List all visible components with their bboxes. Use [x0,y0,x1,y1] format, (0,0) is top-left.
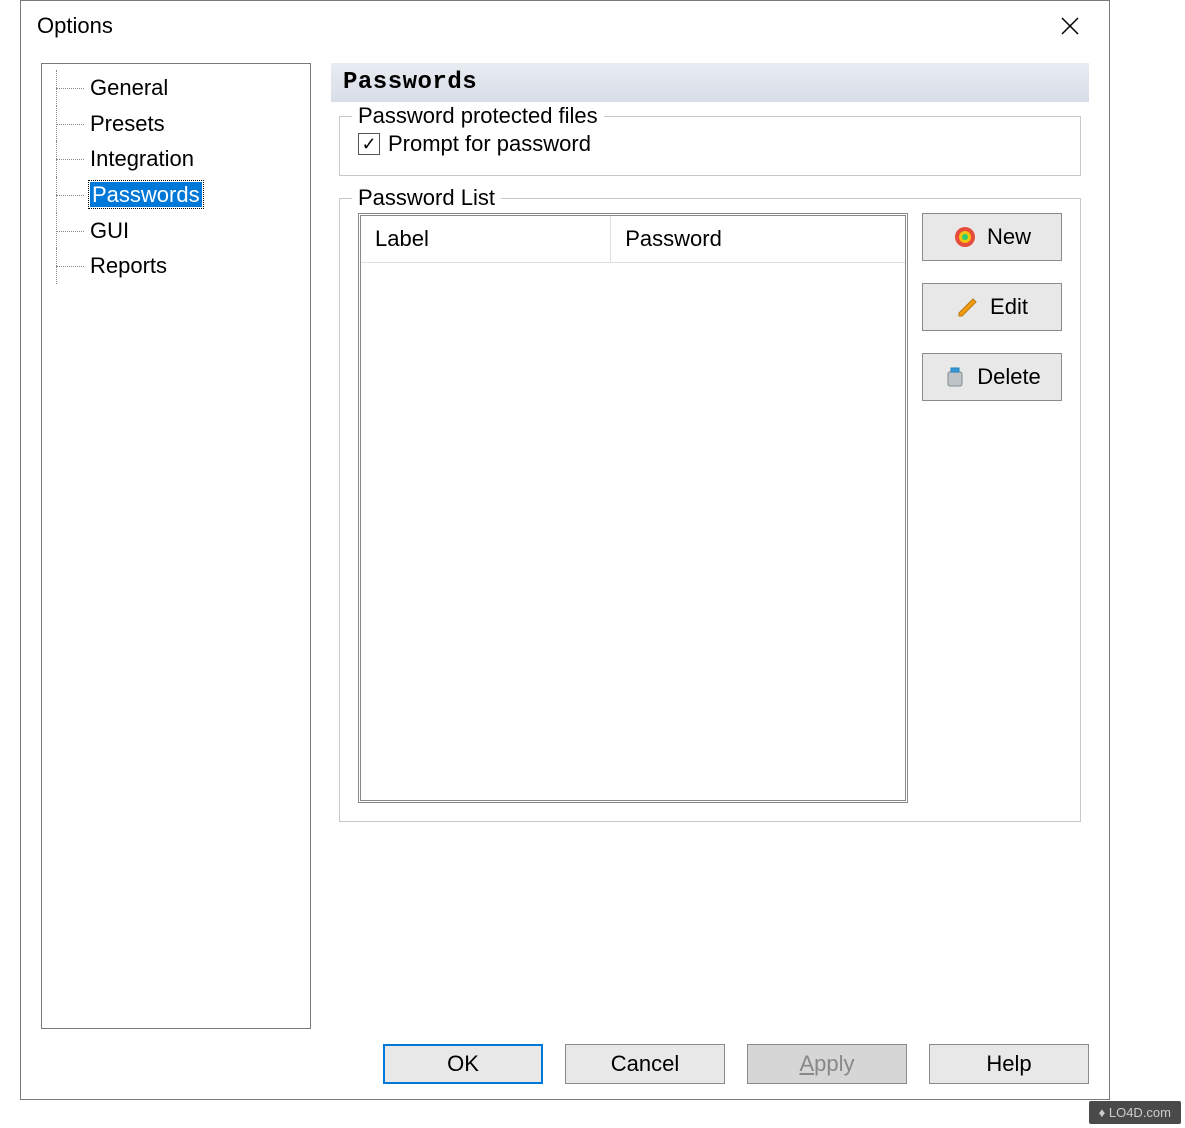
trash-icon [943,365,967,389]
column-password[interactable]: Password [611,216,905,262]
close-button[interactable] [1047,3,1093,49]
tree-item-reports[interactable]: Reports [50,248,302,284]
group-legend: Password List [352,185,501,211]
cancel-button[interactable]: Cancel [565,1044,725,1084]
settings-panel: Passwords Password protected files ✓ Pro… [331,63,1089,1029]
help-button[interactable]: Help [929,1044,1089,1084]
apply-button: Apply [747,1044,907,1084]
watermark: ♦ LO4D.com [1089,1101,1181,1124]
dialog-content: General Presets Integration Passwords GU… [21,51,1109,1029]
panel-heading: Passwords [331,63,1089,102]
list-buttons: New Edit [922,213,1062,803]
window-title: Options [37,13,1047,39]
dialog-footer: OK Cancel Apply Help [21,1029,1109,1099]
password-table[interactable]: Label Password [358,213,908,803]
options-tree: General Presets Integration Passwords GU… [41,63,311,1029]
edit-button[interactable]: Edit [922,283,1062,331]
group-password-list: Password List Label Password [339,198,1081,822]
delete-button[interactable]: Delete [922,353,1062,401]
group-password-protected: Password protected files ✓ Prompt for pa… [339,116,1081,176]
checkbox-icon: ✓ [358,133,380,155]
tree-item-general[interactable]: General [50,70,302,106]
options-dialog: Options General Presets Integration Pass… [20,0,1110,1100]
prompt-password-checkbox[interactable]: ✓ Prompt for password [358,131,1062,157]
tree-item-passwords[interactable]: Passwords [50,177,302,213]
column-label[interactable]: Label [361,216,611,262]
group-legend: Password protected files [352,103,604,129]
checkbox-label: Prompt for password [388,131,591,157]
tree-item-gui[interactable]: GUI [50,213,302,249]
tree-item-presets[interactable]: Presets [50,106,302,142]
panel-body: Password protected files ✓ Prompt for pa… [331,102,1089,1029]
pencil-icon [956,295,980,319]
new-icon [953,225,977,249]
password-list-content: Label Password New [358,213,1062,803]
new-button[interactable]: New [922,213,1062,261]
close-icon [1061,17,1079,35]
ok-button[interactable]: OK [383,1044,543,1084]
table-header: Label Password [361,216,905,263]
tree-item-integration[interactable]: Integration [50,141,302,177]
titlebar: Options [21,1,1109,51]
